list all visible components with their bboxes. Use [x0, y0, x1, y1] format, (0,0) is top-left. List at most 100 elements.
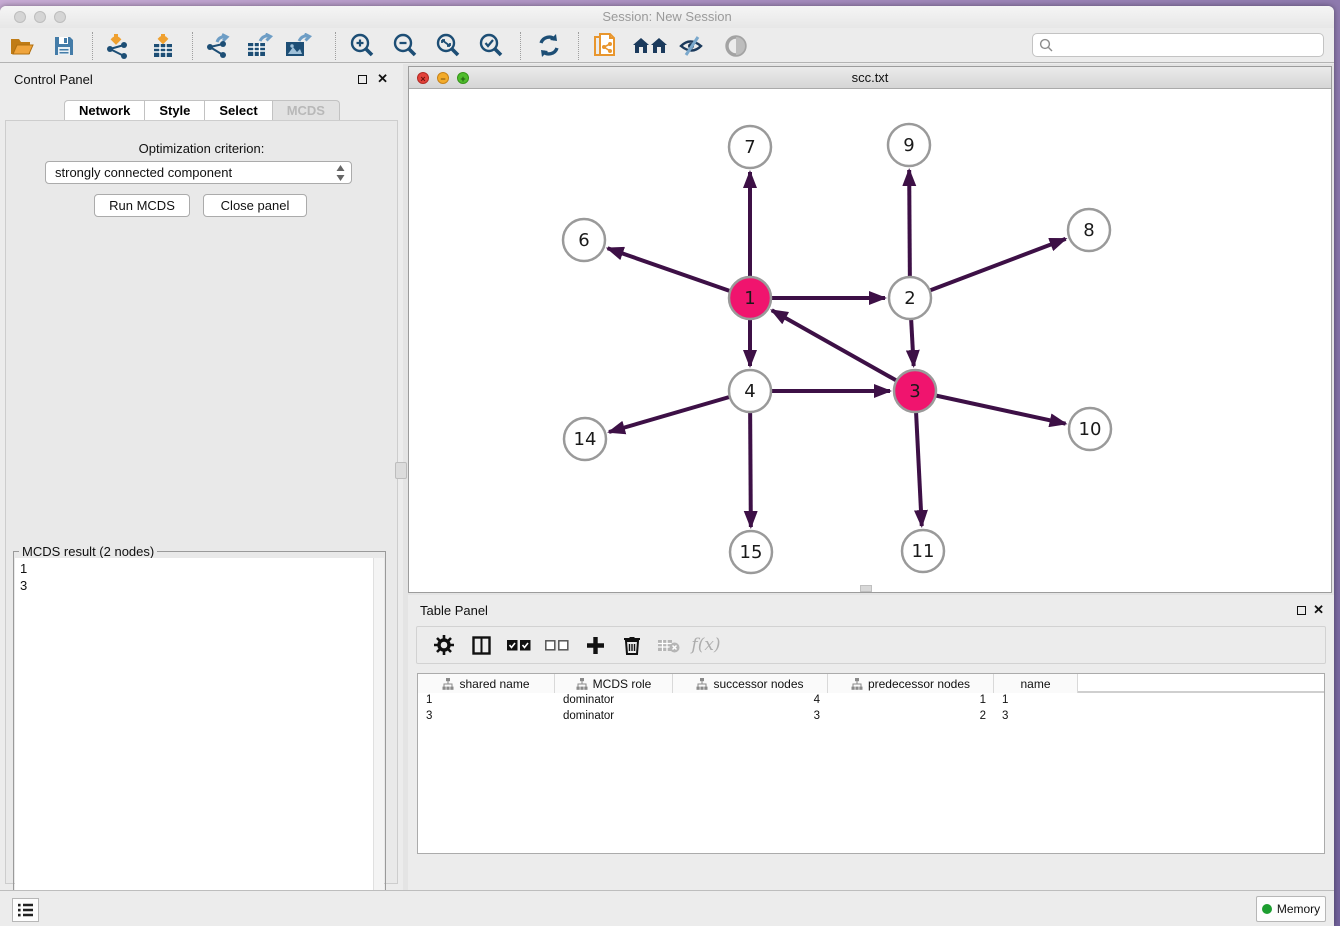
- horizontal-splitter-handle[interactable]: [860, 585, 872, 592]
- column-layout-icon: [472, 636, 491, 655]
- search-box: [1032, 33, 1324, 57]
- graph-node-8[interactable]: 8: [1068, 209, 1110, 251]
- node-label: 1: [744, 288, 755, 309]
- deselect-all-button[interactable]: [540, 630, 574, 660]
- function-builder-button[interactable]: f(x): [689, 630, 723, 660]
- delete-row-button[interactable]: [615, 630, 649, 660]
- mcds-result-box: MCDS result (2 nodes) 1 3: [13, 551, 386, 926]
- table-cell: 1: [994, 693, 1078, 709]
- home-icon: [632, 35, 668, 57]
- column-header-successor-nodes[interactable]: successor nodes: [673, 674, 828, 693]
- edge-3-10[interactable]: [915, 391, 1066, 424]
- tab-network[interactable]: Network: [64, 100, 145, 121]
- zoom-in-button[interactable]: [345, 31, 379, 61]
- node-label: 8: [1083, 220, 1094, 241]
- table-cell: 4: [673, 693, 828, 709]
- table-cell: 1: [418, 693, 555, 709]
- main-area: Control Panel ✕ NetworkStyleSelectMCDS O…: [0, 64, 1334, 890]
- graph-node-11[interactable]: 11: [902, 530, 944, 572]
- task-history-button[interactable]: [12, 898, 39, 922]
- show-all-button[interactable]: [719, 31, 753, 61]
- optimization-select[interactable]: strongly connected component: [45, 161, 352, 184]
- table-row[interactable]: 3dominator323: [418, 709, 1324, 725]
- export-image-icon: [284, 33, 312, 59]
- edge-1-6[interactable]: [608, 248, 750, 298]
- vertical-splitter-handle[interactable]: [395, 462, 407, 479]
- mcds-tab-content: Optimization criterion: strongly connect…: [5, 120, 398, 884]
- network-window-title: scc.txt: [409, 70, 1331, 85]
- window-title: Session: New Session: [0, 9, 1334, 24]
- run-mcds-button[interactable]: Run MCDS: [94, 194, 190, 217]
- zoom-in-icon: [349, 33, 375, 59]
- zoom-fit-button[interactable]: [431, 31, 465, 61]
- hide-selected-button[interactable]: [675, 31, 709, 61]
- close-panel-button[interactable]: Close panel: [203, 194, 307, 217]
- mcds-result-text[interactable]: 1 3: [15, 558, 384, 926]
- table-cell: dominator: [555, 709, 673, 725]
- result-scrollbar[interactable]: [373, 558, 384, 926]
- node-label: 6: [578, 230, 589, 251]
- tab-style[interactable]: Style: [144, 100, 205, 121]
- search-input[interactable]: [1057, 35, 1317, 55]
- graph-node-4[interactable]: 4: [729, 370, 771, 412]
- open-network-file-button[interactable]: [588, 31, 622, 61]
- edge-2-8[interactable]: [910, 239, 1066, 298]
- column-header-shared-name[interactable]: shared name: [418, 674, 555, 693]
- import-network-button[interactable]: [101, 31, 135, 61]
- deselect-all-checkboxes-icon: [545, 640, 569, 651]
- export-network-icon: [205, 33, 231, 59]
- column-hierarchy-icon: [696, 678, 708, 690]
- graph-node-7[interactable]: 7: [729, 126, 771, 168]
- memory-button[interactable]: Memory: [1256, 896, 1326, 922]
- zoom-out-icon: [392, 33, 418, 59]
- table-settings-button[interactable]: [427, 630, 461, 660]
- graph-node-2[interactable]: 2: [889, 277, 931, 319]
- graph-node-10[interactable]: 10: [1069, 408, 1111, 450]
- graph-node-15[interactable]: 15: [730, 531, 772, 573]
- list-icon: [18, 903, 34, 917]
- first-neighbors-button[interactable]: [630, 31, 670, 61]
- open-file-button[interactable]: [5, 31, 39, 61]
- export-table-icon: [246, 33, 274, 59]
- add-row-button[interactable]: [578, 630, 612, 660]
- table-row[interactable]: 1dominator411: [418, 693, 1324, 709]
- export-network-button[interactable]: [201, 31, 235, 61]
- node-label: 4: [744, 381, 755, 402]
- column-header-predecessor-nodes[interactable]: predecessor nodes: [828, 674, 994, 693]
- column-header-MCDS-role[interactable]: MCDS role: [555, 674, 673, 693]
- graph-node-1[interactable]: 1: [729, 277, 771, 319]
- export-image-button[interactable]: [281, 31, 315, 61]
- network-canvas[interactable]: 1 2 3 4 6 7 8 9 10 11 14 15: [409, 89, 1331, 592]
- zoom-selected-button[interactable]: [474, 31, 508, 61]
- app-window: Session: New Session: [0, 6, 1334, 926]
- close-panel-icon[interactable]: ✕: [377, 74, 388, 84]
- graph-node-14[interactable]: 14: [564, 418, 606, 460]
- eye-slash-icon: [679, 35, 705, 57]
- select-stepper-icon: [336, 165, 345, 181]
- column-layout-button[interactable]: [464, 630, 498, 660]
- zoom-out-button[interactable]: [388, 31, 422, 61]
- import-network-icon: [105, 33, 131, 59]
- table-cell: 3: [994, 709, 1078, 725]
- delete-table-button[interactable]: [652, 630, 686, 660]
- save-session-button[interactable]: [47, 31, 81, 61]
- table-body: 1dominator4113dominator323: [418, 693, 1324, 725]
- float-table-panel-icon[interactable]: [1297, 606, 1306, 615]
- edge-3-1[interactable]: [772, 310, 915, 391]
- tab-mcds[interactable]: MCDS: [272, 100, 340, 121]
- export-table-button[interactable]: [243, 31, 277, 61]
- close-table-panel-icon[interactable]: ✕: [1313, 605, 1324, 615]
- graph-node-3[interactable]: 3: [894, 370, 936, 412]
- import-table-button[interactable]: [146, 31, 180, 61]
- plus-icon: [586, 636, 605, 655]
- select-all-button[interactable]: [502, 630, 536, 660]
- graph-node-9[interactable]: 9: [888, 124, 930, 166]
- float-panel-icon[interactable]: [358, 75, 367, 84]
- node-label: 9: [903, 135, 914, 156]
- tab-select[interactable]: Select: [204, 100, 272, 121]
- import-table-icon: [151, 33, 175, 59]
- refresh-button[interactable]: [532, 31, 566, 61]
- column-header-name[interactable]: name: [994, 674, 1078, 693]
- table-cell: 1: [828, 693, 994, 709]
- graph-node-6[interactable]: 6: [563, 219, 605, 261]
